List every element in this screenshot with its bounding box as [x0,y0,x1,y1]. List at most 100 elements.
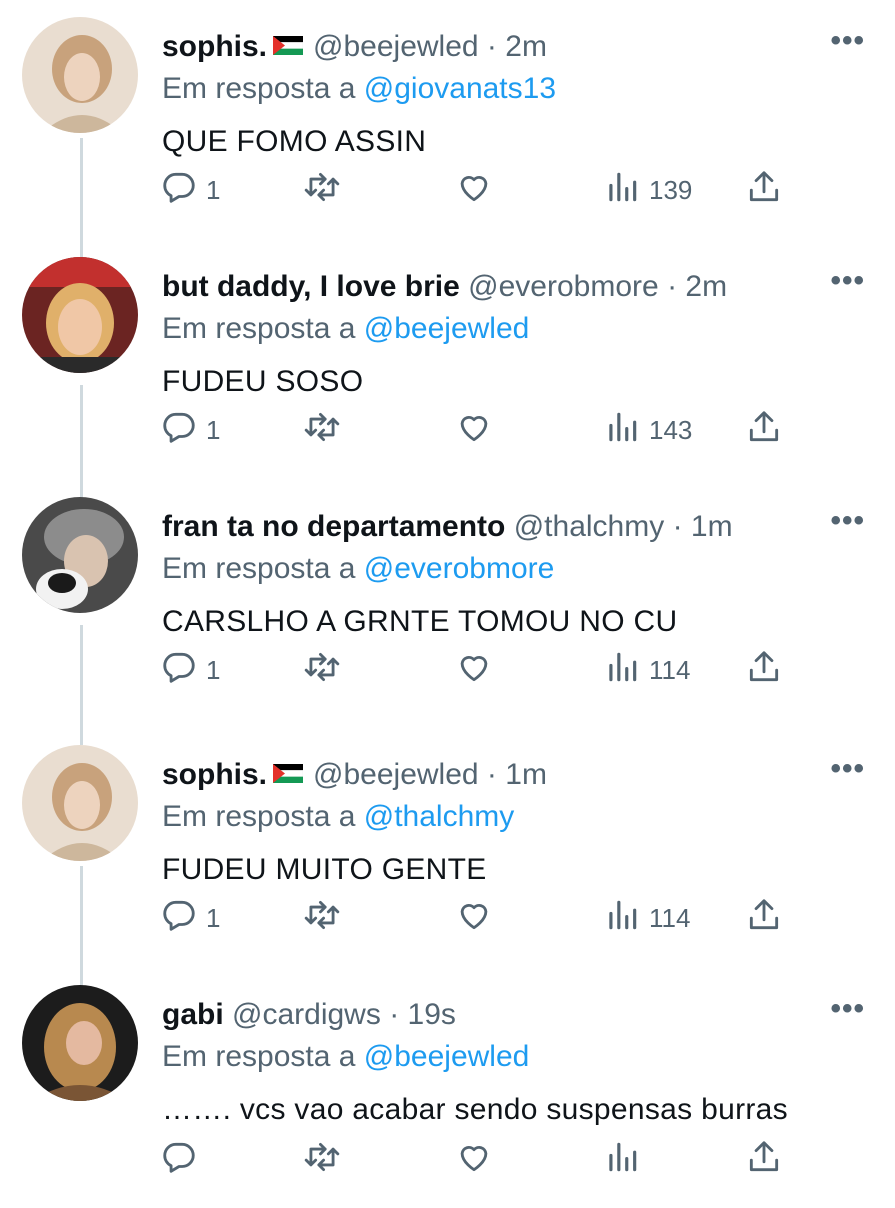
reply-button[interactable]: 1 [160,650,220,690]
reply-to-link[interactable]: @everobmore [364,552,555,585]
like-button[interactable] [455,898,493,938]
views-count: 114 [649,902,691,933]
like-icon [455,168,493,213]
separator: · [486,30,497,63]
tweet-header: sophis. @beejewled · 2m [162,28,825,66]
separator: · [486,758,497,791]
views-button[interactable]: 143 [603,410,692,450]
views-count: 139 [649,174,693,205]
reply-button[interactable]: 1 [160,170,220,210]
display-name[interactable]: but daddy, I love brie [162,270,460,303]
more-icon[interactable]: ••• [830,506,865,536]
tweet-header: but daddy, I love brie @everobmore · 2m [162,268,825,306]
like-icon [455,408,493,453]
tweet-header: gabi @cardigws · 19s [162,996,825,1034]
tweet[interactable]: fran ta no departamento @thalchmy · 1m •… [0,480,895,720]
more-icon[interactable]: ••• [830,26,865,56]
reply-prefix: Em resposta a [162,312,356,345]
tweet-text: FUDEU MUITO GENTE [162,853,487,886]
reply-button[interactable]: 1 [160,898,220,938]
reply-prefix: Em resposta a [162,552,356,585]
reply-prefix: Em resposta a [162,800,356,833]
display-name[interactable]: gabi [162,998,224,1031]
reply-context: Em resposta a @giovanats13 [162,70,556,108]
reply-to-link[interactable]: @giovanats13 [364,72,556,105]
retweet-icon [303,648,341,693]
share-button[interactable] [745,898,783,938]
avatar[interactable] [22,985,138,1101]
retweet-button[interactable] [303,1140,341,1180]
views-button[interactable]: 139 [603,170,692,210]
reply-count: 1 [206,654,221,685]
tweet[interactable]: sophis. @beejewled · 2m ••• Em resposta a… [0,0,895,240]
palestine-flag-icon [267,30,313,63]
user-handle[interactable]: @thalchmy [514,510,665,543]
reply-icon [160,648,198,693]
reply-context: Em resposta a @everobmore [162,550,554,588]
reply-to-link[interactable]: @thalchmy [364,800,515,833]
share-button[interactable] [745,170,783,210]
avatar[interactable] [22,17,138,133]
tweet[interactable]: sophis. @beejewled · 1m ••• Em resposta a… [0,728,895,968]
more-icon[interactable]: ••• [830,266,865,296]
reply-button[interactable]: 1 [160,410,220,450]
share-button[interactable] [745,650,783,690]
reply-to-link[interactable]: @beejewled [364,1040,530,1073]
separator: · [667,270,678,303]
user-handle[interactable]: @everobmore [468,270,659,303]
avatar[interactable] [22,745,138,861]
share-icon [745,648,783,693]
reply-icon [160,896,198,941]
avatar[interactable] [22,497,138,613]
reply-context: Em resposta a @beejewled [162,310,529,348]
user-handle[interactable]: @beejewled [313,30,479,63]
views-icon [603,648,641,693]
views-icon [603,896,641,941]
reply-to-link[interactable]: @beejewled [364,312,530,345]
retweet-button[interactable] [303,898,341,938]
like-icon [455,648,493,693]
retweet-icon [303,408,341,453]
avatar[interactable] [22,257,138,373]
share-button[interactable] [745,1140,783,1180]
retweet-button[interactable] [303,170,341,210]
reply-icon [160,1138,198,1183]
reply-context: Em resposta a @thalchmy [162,798,514,836]
retweet-button[interactable] [303,410,341,450]
reply-count: 1 [206,902,221,933]
user-handle[interactable]: @beejewled [313,758,479,791]
user-handle[interactable]: @cardigws [232,998,381,1031]
reply-button[interactable] [160,1140,198,1180]
timestamp[interactable]: 2m [685,270,727,303]
more-icon[interactable]: ••• [830,754,865,784]
tweet-text: CARSLHO A GRNTE TOMOU NO CU [162,605,678,638]
like-button[interactable] [455,650,493,690]
more-icon[interactable]: ••• [830,994,865,1024]
tweet-text: ……. vcs vao acabar sendo suspensas burra… [162,1093,788,1126]
views-count: 114 [649,654,691,685]
timestamp[interactable]: 19s [408,998,456,1031]
display-name[interactable]: sophis. [162,30,267,63]
timestamp[interactable]: 2m [505,30,547,63]
display-name[interactable]: sophis. [162,758,267,791]
timestamp[interactable]: 1m [691,510,733,543]
views-button[interactable]: 114 [603,650,690,690]
tweet-actions: 1 114 [0,898,895,938]
tweet-text: QUE FOMO ASSIN [162,125,427,158]
like-button[interactable] [455,170,493,210]
reply-count: 1 [206,174,221,205]
tweet-actions [0,1140,895,1180]
like-button[interactable] [455,1140,493,1180]
views-button[interactable]: 114 [603,898,690,938]
share-icon [745,408,783,453]
share-icon [745,896,783,941]
timestamp[interactable]: 1m [505,758,547,791]
retweet-button[interactable] [303,650,341,690]
tweet[interactable]: but daddy, I love brie @everobmore · 2m … [0,240,895,480]
share-button[interactable] [745,410,783,450]
like-button[interactable] [455,410,493,450]
views-button[interactable] [603,1140,641,1180]
tweet[interactable]: gabi @cardigws · 19s ••• Em resposta a @… [0,968,895,1208]
retweet-icon [303,896,341,941]
display-name[interactable]: fran ta no departamento [162,510,505,543]
